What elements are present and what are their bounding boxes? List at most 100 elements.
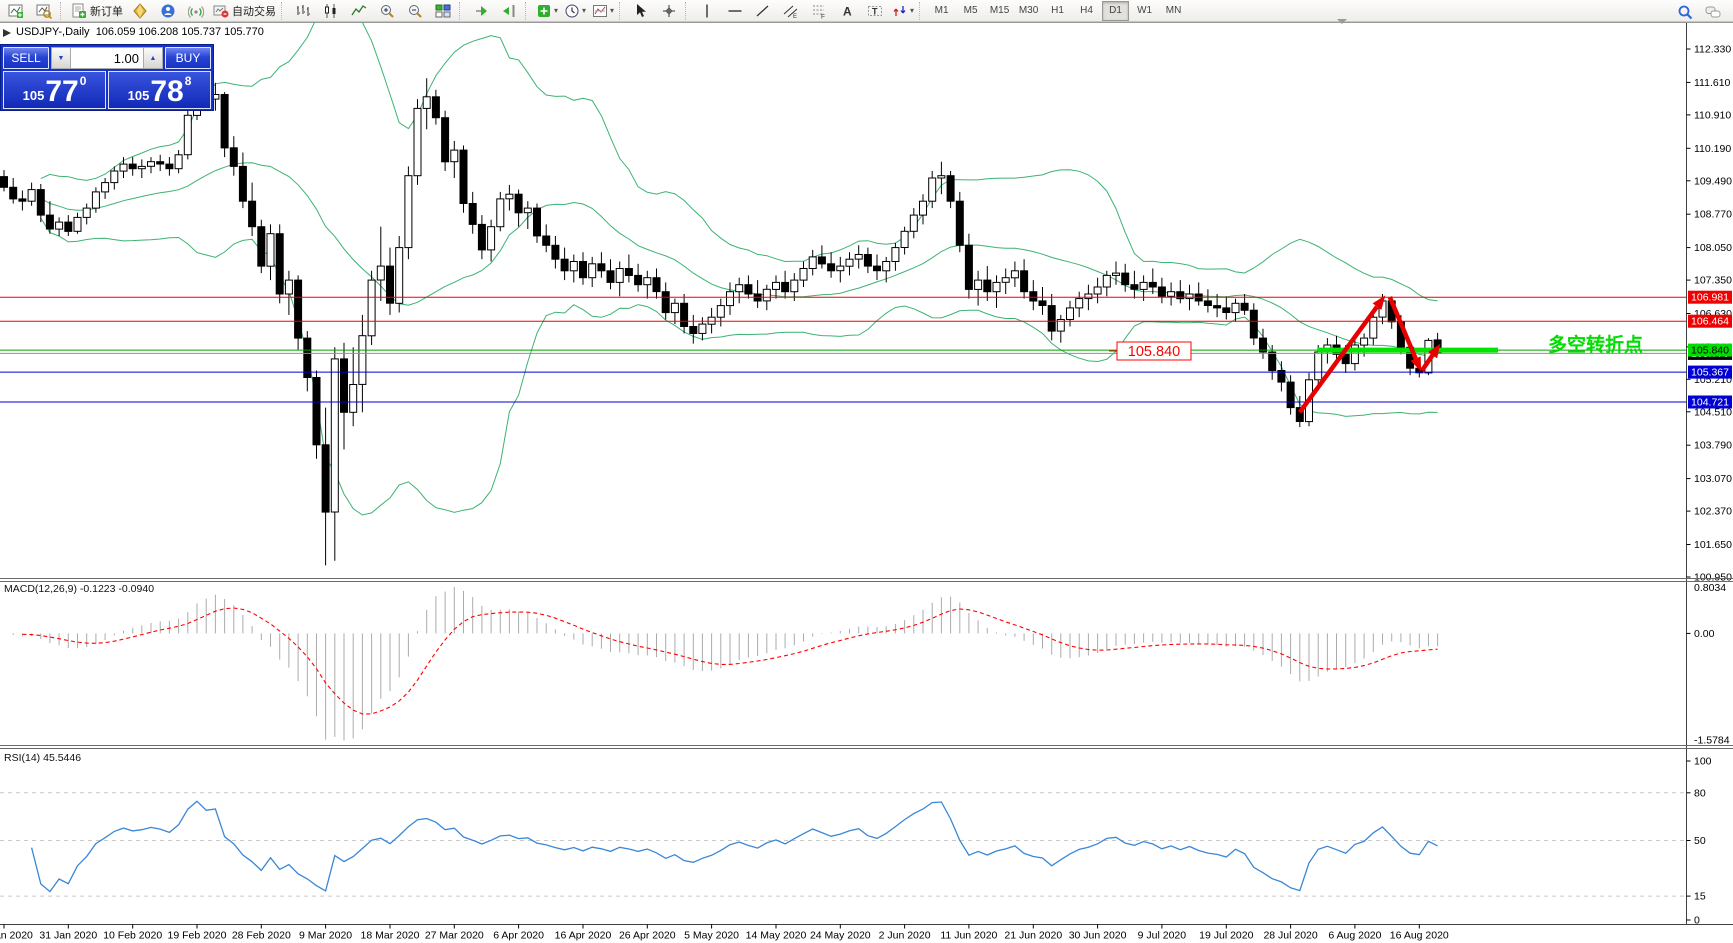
sell-price-display[interactable]: 105 77 0 [3,71,106,109]
volume-increase-button[interactable]: ▲ [143,47,163,69]
new-order-icon [71,3,87,19]
candlestick-chart-button[interactable] [317,0,345,22]
macd-indicator-label: MACD(12,26,9) -0.1223 -0.0940 [4,583,154,595]
arrows-button[interactable]: ▾ [889,0,917,22]
buy-price-main: 78 [150,75,184,108]
community-button[interactable] [154,0,182,22]
timeframe-button-m30[interactable]: M30 [1015,1,1042,21]
periods-button[interactable]: ▾ [561,0,589,22]
macd-panel[interactable]: 0.8034 0.00 -1.5784 [4,582,1730,747]
chart-shift-button[interactable] [495,0,523,22]
new-order-button[interactable]: 新订单 [68,0,126,22]
timeframe-button-mn[interactable]: MN [1160,1,1187,21]
signals-button[interactable] [182,0,210,22]
svg-text:F: F [821,13,825,19]
svg-text:14 May 2020: 14 May 2020 [746,930,807,942]
market-icon [132,2,148,19]
timeframe-button-m1[interactable]: M1 [928,1,955,21]
indicators-button[interactable]: ▾ [533,0,561,22]
sell-button[interactable]: SELL [3,47,49,69]
tile-windows-icon [435,3,451,19]
zoom-in-button[interactable] [373,0,401,22]
oneclick-collapse-icon[interactable] [3,29,11,37]
autotrading-button[interactable]: 自动交易 [210,0,279,22]
svg-text:108.050: 108.050 [1694,242,1732,254]
cjk-annotation-text[interactable]: 多空转折点 [1548,333,1643,356]
timeframe-button-m5[interactable]: M5 [957,1,984,21]
new-chart-button[interactable] [2,0,30,22]
symbol-quote-ohlc: 106.059 106.208 105.737 105.770 [95,26,264,38]
vertical-line-button[interactable] [693,0,721,22]
svg-text:5 May 2020: 5 May 2020 [684,930,739,942]
rsi-value: 45.5446 [43,752,82,764]
timeframe-button-m15[interactable]: M15 [986,1,1013,21]
timeframe-button-w1[interactable]: W1 [1131,1,1158,21]
timeframe-button-h4[interactable]: H4 [1073,1,1100,21]
channel-icon: E [783,3,799,19]
sell-price-main: 77 [45,75,79,108]
svg-text:15: 15 [1694,891,1706,903]
toolbar-separator [919,1,925,20]
splitter-grip-icon[interactable] [1337,19,1347,24]
chart-area[interactable]: 105.840 多空转折点 112.330 111.610 110.910 110.190… [0,0,1733,943]
svg-text:27 Mar 2020: 27 Mar 2020 [425,930,484,942]
toolbar-separator [619,1,625,20]
svg-text:16 Apr 2020: 16 Apr 2020 [555,930,612,942]
volume-stepper: ▼ 1.00 ▲ [51,47,163,69]
svg-text:108.770: 108.770 [1694,209,1732,221]
chevron-down-icon: ▾ [910,6,915,15]
channel-button[interactable]: E [777,0,805,22]
svg-text:28 Feb 2020: 28 Feb 2020 [232,930,291,942]
main-price-panel[interactable]: 105.840 多空转折点 [0,0,1687,566]
svg-text:105.840: 105.840 [1128,344,1180,360]
label-button[interactable]: T [861,0,889,22]
toolbar-button-label: 新订单 [90,5,123,18]
svg-text:19 Jul 2020: 19 Jul 2020 [1199,930,1253,942]
chat-button[interactable] [1699,1,1727,23]
trendline-button[interactable] [749,0,777,22]
toolbar-button-label: 自动交易 [232,5,276,18]
timeframe-button-d1[interactable]: D1 [1102,0,1130,21]
svg-text:102.370: 102.370 [1694,506,1732,518]
svg-text:22 Jan 2020: 22 Jan 2020 [0,930,33,942]
templates-button[interactable]: ▾ [589,0,617,22]
auto-scroll-button[interactable] [467,0,495,22]
rsi-name: RSI(14) [4,752,41,764]
zoom-out-button[interactable] [401,0,429,22]
rsi-panel[interactable]: 1008050150 [0,756,1712,927]
toolbar-separator [459,1,465,20]
market-button[interactable] [126,0,154,22]
crosshair-button[interactable] [655,0,683,22]
symbol-name: USDJPY-,Daily [16,26,90,38]
text-button[interactable]: A [833,0,861,22]
price-label-box[interactable]: 105.840 [1109,341,1192,361]
toolbar-right [1671,1,1727,23]
svg-text:103.070: 103.070 [1694,473,1732,485]
time-axis[interactable]: 22 Jan 2020 31 Jan 2020 10 Feb 2020 19 Feb … [0,924,1449,942]
chat-icon [1705,4,1721,20]
fibonacci-button[interactable]: F [805,0,833,22]
sell-price-handle: 105 [22,88,45,103]
bar-chart-button[interactable] [289,0,317,22]
buy-button[interactable]: BUY [165,47,211,69]
candles [0,78,1442,566]
timeframe-toolbar: M1 M5 M15 M30 H1 H4 D1 W1 MN [927,0,1188,21]
volume-decrease-button[interactable]: ▼ [51,47,71,69]
one-click-trading-panel: SELL ▼ 1.00 ▲ BUY 105 77 0 105 78 8 [1,45,213,110]
cursor-button[interactable] [627,0,655,22]
svg-text:107.350: 107.350 [1694,275,1732,287]
search-button[interactable] [1671,1,1699,23]
volume-input[interactable]: 1.00 [71,47,143,69]
candlestick-chart-icon [323,3,339,19]
timeframe-button-h1[interactable]: H1 [1044,1,1071,21]
tile-windows-button[interactable] [429,0,457,22]
horizontal-line-button[interactable] [721,0,749,22]
profiles-button[interactable] [30,0,58,22]
buy-price-display[interactable]: 105 78 8 [108,71,211,109]
line-chart-button[interactable] [345,0,373,22]
svg-text:31 Jan 2020: 31 Jan 2020 [39,930,97,942]
chart-shift-icon [501,3,517,19]
svg-text:103.790: 103.790 [1694,440,1732,452]
svg-text:-1.5784: -1.5784 [1694,735,1730,747]
svg-text:0.00: 0.00 [1694,628,1715,640]
